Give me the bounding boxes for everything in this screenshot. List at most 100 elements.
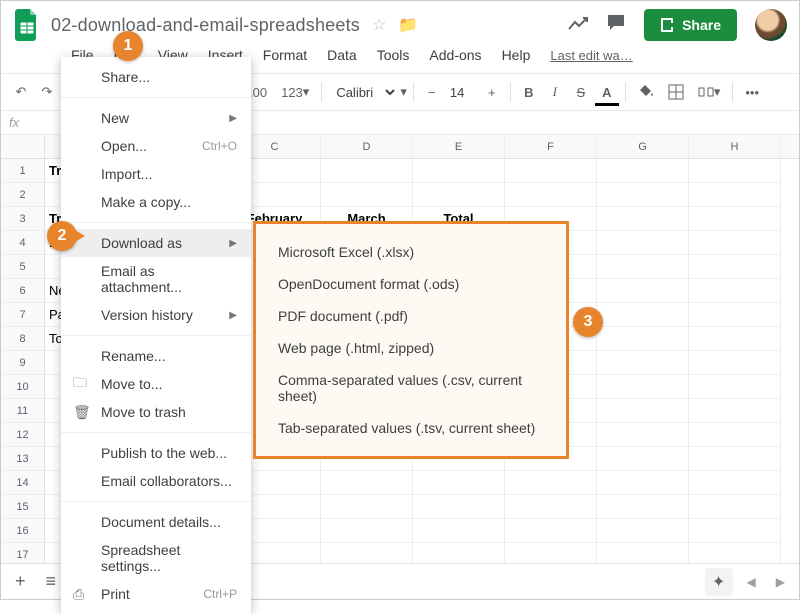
cell[interactable] xyxy=(413,471,505,495)
cell[interactable] xyxy=(689,231,781,255)
menu-item-make-copy[interactable]: Make a copy... xyxy=(61,188,251,216)
cell[interactable] xyxy=(689,519,781,543)
cell[interactable] xyxy=(505,159,597,183)
cell[interactable] xyxy=(689,327,781,351)
cell[interactable] xyxy=(597,255,689,279)
column-header[interactable]: F xyxy=(505,135,597,158)
column-header[interactable]: E xyxy=(413,135,505,158)
submenu-item-html[interactable]: Web page (.html, zipped) xyxy=(256,332,566,364)
cell[interactable] xyxy=(689,447,781,471)
all-sheets-icon[interactable]: ≡ xyxy=(40,569,63,594)
cell[interactable] xyxy=(689,279,781,303)
cell[interactable] xyxy=(597,159,689,183)
fill-color-icon[interactable] xyxy=(632,80,660,104)
submenu-item-ods[interactable]: OpenDocument format (.ods) xyxy=(256,268,566,300)
cell[interactable] xyxy=(597,495,689,519)
cell[interactable] xyxy=(505,495,597,519)
cell[interactable] xyxy=(413,183,505,207)
cell[interactable] xyxy=(597,279,689,303)
row-header[interactable]: 4 xyxy=(1,231,44,255)
undo-icon[interactable]: ↶ xyxy=(9,80,33,104)
cell[interactable] xyxy=(689,207,781,231)
star-icon[interactable]: ☆ xyxy=(372,15,386,35)
cell[interactable] xyxy=(689,375,781,399)
menu-item-import[interactable]: Import... xyxy=(61,160,251,188)
row-header[interactable]: 16 xyxy=(1,519,44,543)
number-format-select[interactable]: 123 ▾ xyxy=(275,80,315,104)
menu-item-move-trash[interactable]: 🗑Move to trash xyxy=(61,398,251,426)
menu-item-email-attachment[interactable]: Email as attachment... xyxy=(61,257,251,301)
menu-item-share[interactable]: Share... xyxy=(61,63,251,91)
submenu-item-pdf[interactable]: PDF document (.pdf) xyxy=(256,300,566,332)
text-color-icon[interactable]: A xyxy=(595,81,619,104)
cell[interactable] xyxy=(689,495,781,519)
cell[interactable] xyxy=(505,519,597,543)
italic-icon[interactable]: I xyxy=(543,80,567,104)
row-header[interactable]: 13 xyxy=(1,447,44,471)
row-header[interactable]: 6 xyxy=(1,279,44,303)
row-header[interactable]: 15 xyxy=(1,495,44,519)
share-button[interactable]: Share xyxy=(644,9,737,41)
cell[interactable] xyxy=(413,159,505,183)
cell[interactable] xyxy=(321,159,413,183)
row-header[interactable]: 9 xyxy=(1,351,44,375)
cell[interactable] xyxy=(505,183,597,207)
menu-help[interactable]: Help xyxy=(494,43,539,67)
cell[interactable] xyxy=(597,207,689,231)
cell[interactable] xyxy=(689,423,781,447)
folder-icon[interactable]: 📁 xyxy=(398,15,418,35)
row-header[interactable]: 11 xyxy=(1,399,44,423)
column-header[interactable]: D xyxy=(321,135,413,158)
cell[interactable] xyxy=(505,471,597,495)
cell[interactable] xyxy=(689,159,781,183)
row-header[interactable]: 7 xyxy=(1,303,44,327)
font-size-decrease[interactable]: − xyxy=(420,81,444,104)
cell[interactable] xyxy=(597,447,689,471)
menu-item-spreadsheet-settings[interactable]: Spreadsheet settings... xyxy=(61,536,251,580)
cell[interactable] xyxy=(689,255,781,279)
menu-item-version-history[interactable]: Version history▶ xyxy=(61,301,251,329)
cell[interactable] xyxy=(689,351,781,375)
cell[interactable] xyxy=(597,399,689,423)
menu-tools[interactable]: Tools xyxy=(369,43,418,67)
cell[interactable] xyxy=(597,375,689,399)
document-title[interactable]: 02-download-and-email-spreadsheets xyxy=(51,15,360,36)
menu-format[interactable]: Format xyxy=(255,43,315,67)
menu-item-new[interactable]: New▶ xyxy=(61,104,251,132)
add-sheet-icon[interactable]: + xyxy=(9,569,32,594)
bold-icon[interactable]: B xyxy=(517,81,541,104)
cell[interactable] xyxy=(321,519,413,543)
row-header[interactable]: 2 xyxy=(1,183,44,207)
cell[interactable] xyxy=(321,471,413,495)
menu-item-email-collab[interactable]: Email collaborators... xyxy=(61,467,251,495)
menu-item-move-to[interactable]: 🗀Move to... xyxy=(61,370,251,398)
font-family-select[interactable]: Calibri xyxy=(328,82,398,103)
row-header[interactable]: 10 xyxy=(1,375,44,399)
menu-item-rename[interactable]: Rename... xyxy=(61,342,251,370)
cell[interactable] xyxy=(597,519,689,543)
row-header[interactable]: 1 xyxy=(1,159,44,183)
strikethrough-icon[interactable]: S xyxy=(569,81,593,104)
menu-item-download-as[interactable]: Download as▶ xyxy=(61,229,251,257)
cell[interactable] xyxy=(689,303,781,327)
row-header[interactable]: 3 xyxy=(1,207,44,231)
select-all-corner[interactable] xyxy=(1,135,44,159)
submenu-item-csv[interactable]: Comma-separated values (.csv, current sh… xyxy=(256,364,566,412)
explore-icon[interactable]: ✦ xyxy=(705,568,733,596)
cell[interactable] xyxy=(321,495,413,519)
cell[interactable] xyxy=(597,471,689,495)
submenu-item-tsv[interactable]: Tab-separated values (.tsv, current shee… xyxy=(256,412,566,444)
cell[interactable] xyxy=(413,495,505,519)
column-header[interactable]: G xyxy=(597,135,689,158)
cell[interactable] xyxy=(597,351,689,375)
activity-icon[interactable] xyxy=(568,15,588,36)
cell[interactable] xyxy=(689,183,781,207)
scroll-left-icon[interactable]: ◀ xyxy=(741,575,762,589)
menu-item-print[interactable]: ⎙PrintCtrl+P xyxy=(61,580,251,608)
menu-data[interactable]: Data xyxy=(319,43,365,67)
scroll-right-icon[interactable]: ▶ xyxy=(770,575,791,589)
last-edit-link[interactable]: Last edit wa… xyxy=(550,48,632,63)
row-header[interactable]: 14 xyxy=(1,471,44,495)
merge-cells-icon[interactable]: ▾ xyxy=(692,80,727,104)
menu-item-publish-web[interactable]: Publish to the web... xyxy=(61,439,251,467)
